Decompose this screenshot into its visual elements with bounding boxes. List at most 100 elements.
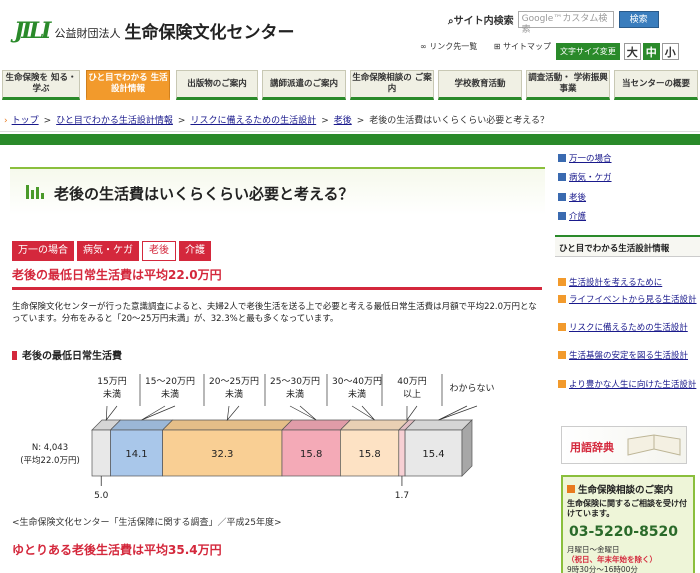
sidebar-link-death[interactable]: 万一の場合 <box>558 154 700 164</box>
arrow-icon <box>558 380 566 388</box>
logo-mark: JILI <box>14 18 52 44</box>
sidebar-link-life-events[interactable]: ライフイベントから見る生活設計 <box>558 295 700 305</box>
category-callout-3 <box>289 405 317 421</box>
search-label: ⌕サイト内検索 <box>448 12 514 27</box>
category-label-3: 未満 <box>286 388 304 400</box>
tab-about[interactable]: 当センターの概要 <box>614 70 698 100</box>
bar-chart-icon <box>26 183 44 199</box>
category-label-6: わからない <box>449 383 494 394</box>
body-paragraph: 生命保険文化センターが行った意識調査によると、夫婦2人で老後生活を送る上で必要と… <box>12 302 537 324</box>
chart-heading-text: 老後の最低日常生活費 <box>22 351 122 362</box>
category-tab-retirement[interactable]: 老後 <box>142 241 176 261</box>
category-label-1: 未満 <box>161 388 179 400</box>
sidebar-link-retirement[interactable]: 老後 <box>558 193 700 203</box>
consult-time: 9時30分～16時00分 <box>567 565 638 573</box>
tab-consultation[interactable]: 生命保険相談の ご案内 <box>350 70 434 100</box>
category-tab-illness[interactable]: 病気・ケガ <box>77 241 139 261</box>
bar-segment-0 <box>91 429 111 477</box>
breadcrumb-life-planning[interactable]: ひと目でわかる生活設計情報 <box>56 116 173 126</box>
tab-learn[interactable]: 生命保険を 知る・学ぶ <box>2 70 80 100</box>
global-nav: 生命保険を 知る・学ぶ ひと目でわかる 生活設計情報 出版物のご案内 講師派遣の… <box>0 70 700 103</box>
category-label-3: 25～30万円 <box>270 376 320 387</box>
sidebar-link-planning[interactable]: 生活設計を考えるために <box>558 278 700 288</box>
org-name: 生命保険文化センター <box>124 23 295 43</box>
sidebar-section-title: ひと目でわかる生活設計情報 <box>555 235 700 257</box>
consult-note: （祝日、年末年始を除く） <box>567 555 657 564</box>
category-callout-4 <box>351 405 375 421</box>
site-header: JILI 公益財団法人 生命保険文化センター ⌕サイト内検索 Google™カス… <box>0 0 700 70</box>
category-tab-care[interactable]: 介護 <box>179 241 211 261</box>
data-label-2: 32.3 <box>211 449 233 460</box>
square-bullet-icon <box>12 351 17 360</box>
search-input[interactable]: Google™カスタム検索 <box>517 11 614 35</box>
category-callout-6 <box>438 405 478 421</box>
breadcrumb-separator: > <box>321 116 329 126</box>
tab-education[interactable]: 学校教育活動 <box>438 70 522 100</box>
links-list-text: リンク先一覧 <box>429 42 478 51</box>
font-large-button[interactable]: 大 <box>623 43 641 60</box>
breadcrumb-current: 老後の生活費はいくらくらい必要と考える？ <box>369 116 550 126</box>
data-label-5: 1.7 <box>395 491 409 501</box>
tab-research[interactable]: 調査活動・ 学術振興事業 <box>526 70 610 100</box>
arrow-icon <box>558 193 566 201</box>
sidebar-link-stability[interactable]: 生活基盤の安定を図る生活設計 <box>558 351 700 361</box>
breadcrumb-separator: > <box>356 116 365 126</box>
arrow-icon <box>558 323 566 331</box>
arrow-icon <box>558 278 566 286</box>
glossary-banner[interactable]: 用語辞典 <box>561 426 687 464</box>
category-label-4: 30～40万円 <box>332 376 382 387</box>
arrow-icon <box>567 485 575 493</box>
breadcrumb: › トップ > ひと目でわかる生活設計情報 > リスクに備えるための生活設計 > 老後 > 老後の… <box>0 108 700 132</box>
bar-top-1 <box>109 419 174 431</box>
consult-phone[interactable]: 03-5220-8520 <box>569 524 678 540</box>
arrow-icon <box>558 351 566 359</box>
data-label-6: 15.4 <box>422 449 444 460</box>
sidebar-link-enrichment[interactable]: より豊かな人生に向けた生活設計 <box>558 380 700 390</box>
breadcrumb-top[interactable]: トップ <box>12 116 39 126</box>
sidebar-link-text: 万一の場合 <box>569 154 612 164</box>
sidebar-link-illness[interactable]: 病気・ケガ <box>558 173 700 183</box>
org-prefix: 公益財団法人 <box>54 27 121 40</box>
data-label-3: 15.8 <box>300 449 322 460</box>
section-heading-2: ゆとりある老後生活費は平均35.4万円 <box>12 543 222 557</box>
chart-heading: 老後の最低日常生活費 <box>12 347 122 362</box>
breadcrumb-risk[interactable]: リスクに備えるための生活設計 <box>190 116 316 126</box>
search-button[interactable]: 検索 <box>618 11 659 28</box>
page-title: 老後の生活費はいくらくらい必要と考える？ <box>54 185 354 203</box>
category-callout-2 <box>226 405 240 422</box>
tab-lecturers[interactable]: 講師派遣のご案内 <box>262 70 346 100</box>
font-size-label: 文字サイズ変更 <box>556 43 620 60</box>
category-tab-death[interactable]: 万一の場合 <box>12 241 74 261</box>
chart-source: <生命保険文化センター「生活保障に関する調査」／平成25年度> <box>12 518 282 528</box>
sidebar-link-text: 老後 <box>569 193 587 203</box>
category-label-2: 未満 <box>225 388 243 400</box>
glossary-label: 用語辞典 <box>570 441 614 454</box>
category-label-5: 以上 <box>403 389 421 400</box>
category-label-1: 15～20万円 <box>145 376 195 387</box>
links-list-link[interactable]: ∞ リンク先一覧 <box>420 42 484 51</box>
consult-hours: 月曜日～金曜日 （祝日、年末年始を除く） 9時30分～16時00分 <box>567 545 657 573</box>
category-label-5: 40万円 <box>397 376 426 387</box>
arrow-icon <box>558 212 566 220</box>
tab-publications[interactable]: 出版物のご案内 <box>176 70 258 100</box>
site-logo[interactable]: JILI 公益財団法人 生命保険文化センター <box>14 18 294 44</box>
bar-top-3 <box>281 419 352 431</box>
bar-top-4 <box>339 419 410 431</box>
bar-segment-5 <box>398 429 406 477</box>
bar-side <box>461 419 473 477</box>
font-medium-button[interactable]: 中 <box>642 43 660 60</box>
sidebar-link-text: 介護 <box>569 212 587 222</box>
data-label-0: 5.0 <box>94 491 109 501</box>
breadcrumb-retirement[interactable]: 老後 <box>334 116 352 126</box>
site-search: ⌕サイト内検索 Google™カスタム検索 検索 <box>448 11 659 35</box>
category-label-4: 未満 <box>348 388 366 400</box>
row-label-avg: (平均22.0万円) <box>20 455 80 466</box>
row-label-n: N: 4,043 <box>32 443 68 453</box>
font-small-button[interactable]: 小 <box>661 43 679 60</box>
sitemap-link[interactable]: ⊞ サイトマップ <box>494 42 558 51</box>
sidebar-link-care[interactable]: 介護 <box>558 212 700 222</box>
tab-life-planning[interactable]: ひと目でわかる 生活設計情報 <box>86 70 170 100</box>
category-label-0: 未満 <box>103 388 121 400</box>
data-label-4: 15.8 <box>358 449 380 460</box>
sidebar-link-risk[interactable]: リスクに備えるための生活設計 <box>558 323 700 333</box>
